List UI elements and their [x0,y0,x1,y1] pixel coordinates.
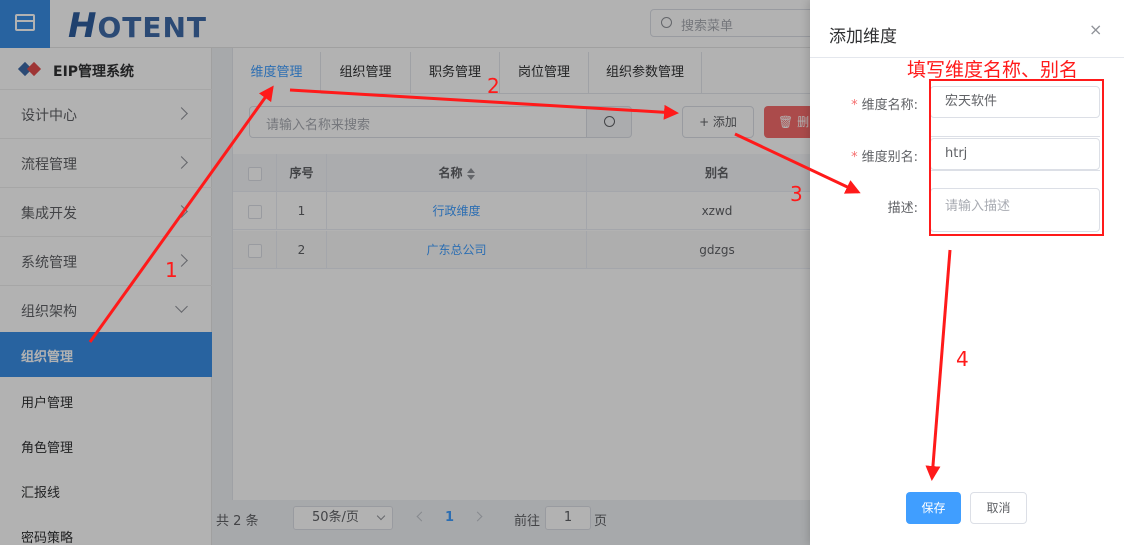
annotation-title: 填写维度名称、别名 [907,59,1079,81]
dimension-name-label: * 维度名称: [818,94,918,113]
drawer-title: 添加维度 [829,27,897,47]
cancel-button[interactable]: 取消 [970,492,1027,524]
dimension-alias-label-text: 维度别名: [861,150,918,165]
modal-overlay[interactable] [0,0,810,545]
dimension-name-label-text: 维度名称: [861,98,918,113]
close-icon[interactable]: × [1089,20,1102,39]
annotation-step-3: 3 [790,182,803,206]
required-mark: * [851,98,858,113]
annotation-step-4: 4 [956,347,969,371]
annotation-highlight-box [929,79,1104,236]
dimension-alias-label: * 维度别名: [818,146,918,165]
save-button[interactable]: 保存 [906,492,961,524]
annotation-step-2: 2 [487,74,500,98]
annotation-step-1: 1 [165,258,178,282]
description-label: 描述: [887,201,918,216]
required-mark: * [851,150,858,165]
